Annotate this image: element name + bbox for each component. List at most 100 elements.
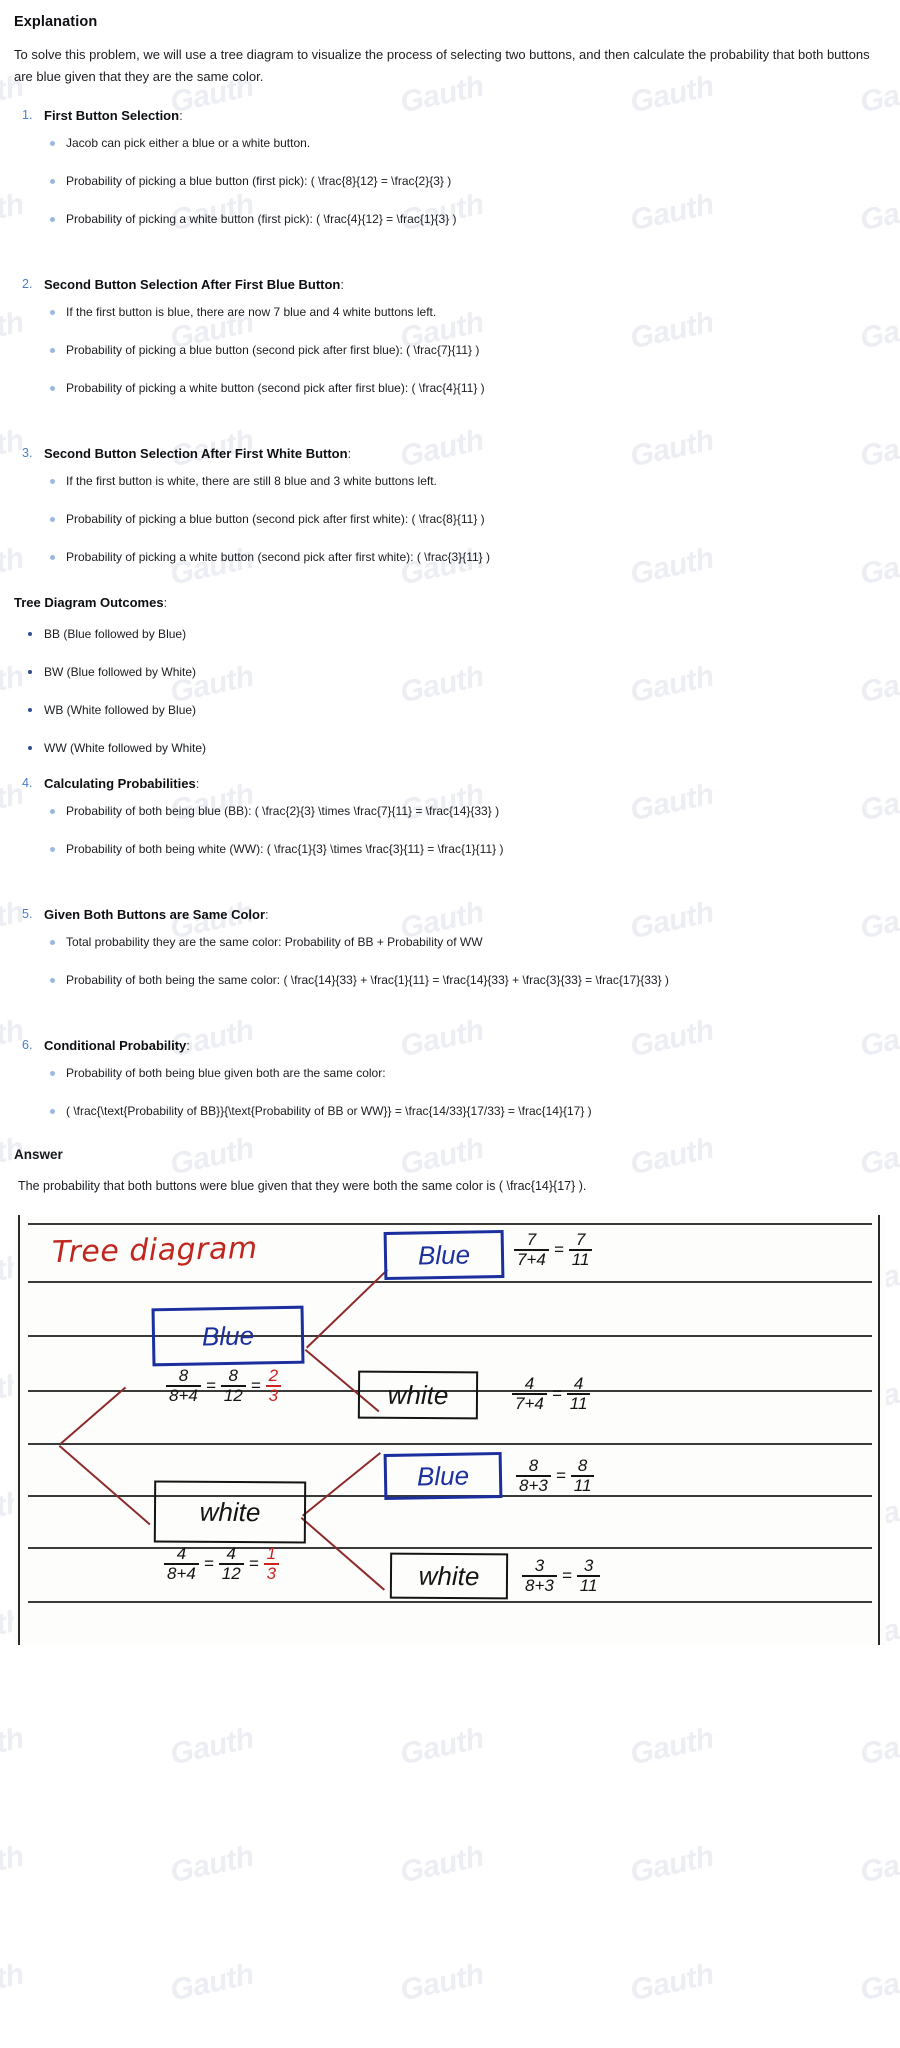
equals-sign: = xyxy=(205,1375,216,1395)
step-3-heading: 3. Second Button Selection After First W… xyxy=(14,446,884,461)
solution-content: Explanation To solve this problem, we wi… xyxy=(0,0,900,1197)
rule-line xyxy=(28,1601,872,1603)
step-3-title: Second Button Selection After First Whit… xyxy=(44,446,352,461)
watermark-text: Gauth xyxy=(627,1721,717,1772)
den: 11 xyxy=(568,1248,593,1269)
step-5-bullet-2: Probability of both being the same color… xyxy=(50,970,884,990)
step-5-bullet-1: Total probability they are the same colo… xyxy=(50,932,884,952)
step-4-number: 4. xyxy=(22,776,33,790)
step-6: 6. Conditional Probability: Probability … xyxy=(14,1038,884,1121)
den: 7+4 xyxy=(514,1248,549,1269)
step-3-bullet-1: If the first button is white, there are … xyxy=(50,471,884,491)
step-5: 5. Given Both Buttons are Same Color: To… xyxy=(14,907,884,990)
step-2-heading: 2. Second Button Selection After First B… xyxy=(14,277,884,292)
node-white-white: white xyxy=(389,1552,509,1600)
num: 8 xyxy=(528,1456,539,1475)
step-3: 3. Second Button Selection After First W… xyxy=(14,446,884,567)
rule-line xyxy=(28,1281,872,1283)
rule-line xyxy=(28,1443,872,1445)
den: 11 xyxy=(570,1474,595,1495)
step-5-title: Given Both Buttons are Same Color: xyxy=(44,907,269,922)
num: 4 xyxy=(176,1544,187,1563)
num: 4 xyxy=(573,1374,584,1393)
den: 8+4 xyxy=(164,1562,199,1583)
fraction-white-white: 3 8+3 = 3 11 xyxy=(522,1556,601,1595)
step-1-bullet-1: Jacob can pick either a blue or a white … xyxy=(50,133,884,153)
step-2-bullet-3: Probability of picking a white button (s… xyxy=(50,378,884,398)
num: 8 xyxy=(228,1366,238,1385)
answer-title: Answer xyxy=(14,1147,63,1162)
equals-sign: = xyxy=(250,1375,261,1395)
step-3-bullet-2: Probability of picking a blue button (se… xyxy=(50,509,884,529)
node-blue-white: white xyxy=(357,1370,479,1420)
step-4-bullet-1: Probability of both being blue (BB): ( \… xyxy=(50,801,884,821)
step-1-heading: 1. First Button Selection: xyxy=(14,108,884,123)
rule-line xyxy=(28,1223,872,1225)
tree-outcomes-title: Tree Diagram Outcomes: xyxy=(14,595,168,610)
explanation-intro: To solve this problem, we will use a tre… xyxy=(14,47,870,84)
equals-sign: = xyxy=(248,1553,259,1573)
outcome-wb: WB (White followed by Blue) xyxy=(26,700,884,720)
step-6-bullets: Probability of both being blue given bot… xyxy=(14,1063,884,1121)
num: 3 xyxy=(583,1556,594,1575)
steps-list-part2: 4. Calculating Probabilities: Probabilit… xyxy=(14,776,884,1121)
num: 7 xyxy=(575,1230,586,1249)
node-blue-blue: Blue xyxy=(383,1229,505,1281)
equals-sign: = xyxy=(555,1465,566,1485)
watermark-text: Gauth xyxy=(857,1839,900,1890)
den: 3 xyxy=(263,1562,280,1583)
notebook-right-edge xyxy=(878,1215,880,1645)
equals-sign: = xyxy=(203,1553,214,1573)
watermark-text: Gauth xyxy=(627,1839,717,1890)
rule-line xyxy=(28,1547,872,1549)
watermark-text: Gauth xyxy=(397,1721,487,1772)
step-4-bullets: Probability of both being blue (BB): ( \… xyxy=(14,801,884,859)
watermark-text: Gauth xyxy=(167,1839,257,1890)
watermark-text: Gauth xyxy=(397,1957,487,2008)
step-1-title: First Button Selection: xyxy=(44,108,183,123)
step-1-bullets: Jacob can pick either a blue or a white … xyxy=(14,133,884,229)
node-white-blue: Blue xyxy=(383,1451,503,1501)
watermark-text: Gauth xyxy=(167,1957,257,2008)
den: 11 xyxy=(566,1392,591,1413)
step-5-heading: 5. Given Both Buttons are Same Color: xyxy=(14,907,884,922)
den: 7+4 xyxy=(512,1392,547,1413)
answer-text: The probability that both buttons were b… xyxy=(18,1179,587,1193)
den: 11 xyxy=(576,1574,601,1595)
step-4-heading: 4. Calculating Probabilities: xyxy=(14,776,884,791)
node-first-white: white xyxy=(153,1480,307,1544)
watermark-text: Gauth xyxy=(167,1721,257,1772)
outcome-bw: BW (Blue followed by White) xyxy=(26,662,884,682)
num: 2 xyxy=(268,1366,279,1385)
notebook-left-edge xyxy=(18,1215,20,1645)
fraction-first-white: 4 8+4 = 4 12 = 13 xyxy=(164,1544,280,1583)
step-6-bullet-2: ( \frac{\text{Probability of BB}}{\text{… xyxy=(50,1101,884,1121)
step-2: 2. Second Button Selection After First B… xyxy=(14,277,884,398)
fraction-first-blue: 8 8+4 = 8 12 = 23 xyxy=(166,1366,282,1405)
equals-sign: = xyxy=(561,1565,572,1585)
num: 4 xyxy=(226,1544,236,1563)
step-3-bullet-3: Probability of picking a white button (s… xyxy=(50,547,884,567)
watermark-text: Gauth xyxy=(397,1839,487,1890)
equals-sign: = xyxy=(551,1383,562,1403)
step-4-title: Calculating Probabilities: xyxy=(44,776,200,791)
watermark-text: Gauth xyxy=(857,1721,900,1772)
num: 1 xyxy=(266,1544,277,1563)
step-2-number: 2. xyxy=(22,277,33,291)
watermark-text: Gauth xyxy=(857,1957,900,2008)
den: 8+3 xyxy=(522,1574,557,1595)
fraction-blue-white: 4 7+4 = 4 11 xyxy=(512,1374,591,1413)
outcome-ww: WW (White followed by White) xyxy=(26,738,884,758)
step-2-title: Second Button Selection After First Blue… xyxy=(44,277,344,292)
num: 8 xyxy=(178,1366,189,1385)
explanation-title: Explanation xyxy=(14,14,98,30)
equals-sign: = xyxy=(553,1239,564,1259)
step-5-bullets: Total probability they are the same colo… xyxy=(14,932,884,990)
step-3-number: 3. xyxy=(22,446,33,460)
den: 8+3 xyxy=(516,1474,551,1495)
watermark-text: Gauth xyxy=(0,1839,27,1890)
step-1-bullet-3: Probability of picking a white button (f… xyxy=(50,209,884,229)
